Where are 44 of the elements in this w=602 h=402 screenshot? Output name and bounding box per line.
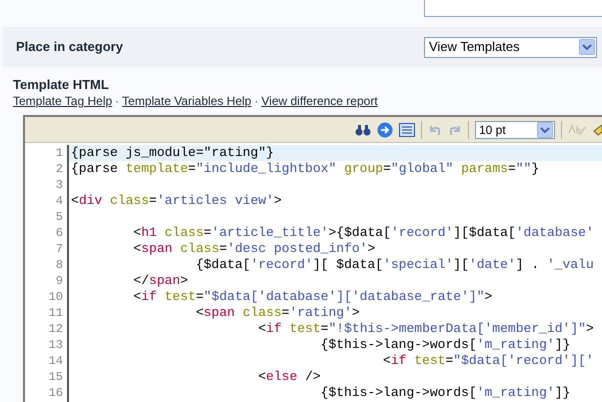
line-number: 10 (48, 289, 63, 305)
help-link[interactable]: Template Tag Help (13, 93, 112, 109)
code-line: {parse template="include_lightbox" group="global" params=""} (71, 161, 540, 176)
code-line: <if test="$data['record'][' (382, 353, 594, 368)
code-line: {$data['record'][ $data['special']['date'] . '_valu (194, 257, 594, 272)
line-number: 5 (56, 209, 63, 225)
line-number: 2 (56, 161, 63, 177)
category-label: Place in category (16, 38, 123, 56)
spellcheck-icon[interactable] (568, 122, 586, 136)
code-line: <h1 class='article_title'>{$data['record'][$data['database' (132, 225, 594, 240)
help-link[interactable]: Template Variables Help (122, 93, 252, 109)
line-number: 11 (48, 305, 63, 321)
list-icon[interactable] (399, 122, 415, 136)
line-number: 1 (56, 145, 63, 161)
code-line: <span class='rating'> (194, 305, 360, 320)
line-number: 6 (56, 225, 63, 241)
line-number: 3 (56, 177, 63, 193)
search-icon[interactable] (355, 122, 371, 136)
code-line: {$this->lang->words['m_rating']} (320, 385, 570, 400)
separator: · (253, 93, 260, 109)
line-number: 14 (48, 353, 63, 369)
code-line: {parse js_module="rating"} (71, 145, 274, 160)
line-number: 9 (56, 273, 63, 289)
category-select[interactable]: View Templates (424, 36, 597, 58)
code-line: <if test="!$this->memberData['member_id']"> (257, 321, 594, 336)
code-line: <if test="$data['database']['database_rate']"> (132, 289, 492, 304)
help-link[interactable]: View difference report (261, 93, 378, 109)
code-line: </span> (132, 273, 188, 288)
line-number: 4 (56, 193, 63, 209)
line-number: 16 (48, 385, 63, 401)
line-number: 8 (56, 257, 63, 273)
eraser-icon[interactable] (592, 122, 602, 136)
line-number: 13 (48, 337, 63, 353)
code-line: <else /> (257, 369, 321, 384)
text-field[interactable] (424, 0, 602, 17)
separator: · (114, 93, 120, 109)
code-line: {$this->lang->words['m_rating']} (320, 337, 570, 352)
section-title: Template HTML (13, 77, 110, 93)
line-number: 7 (56, 241, 63, 257)
code-line: <span class='desc posted_info'> (132, 241, 376, 256)
line-number: 15 (48, 369, 63, 385)
code-line: <div class='articles view'> (71, 193, 282, 208)
font-size-select[interactable]: 10 pt (475, 120, 555, 138)
line-number: 12 (48, 321, 63, 337)
